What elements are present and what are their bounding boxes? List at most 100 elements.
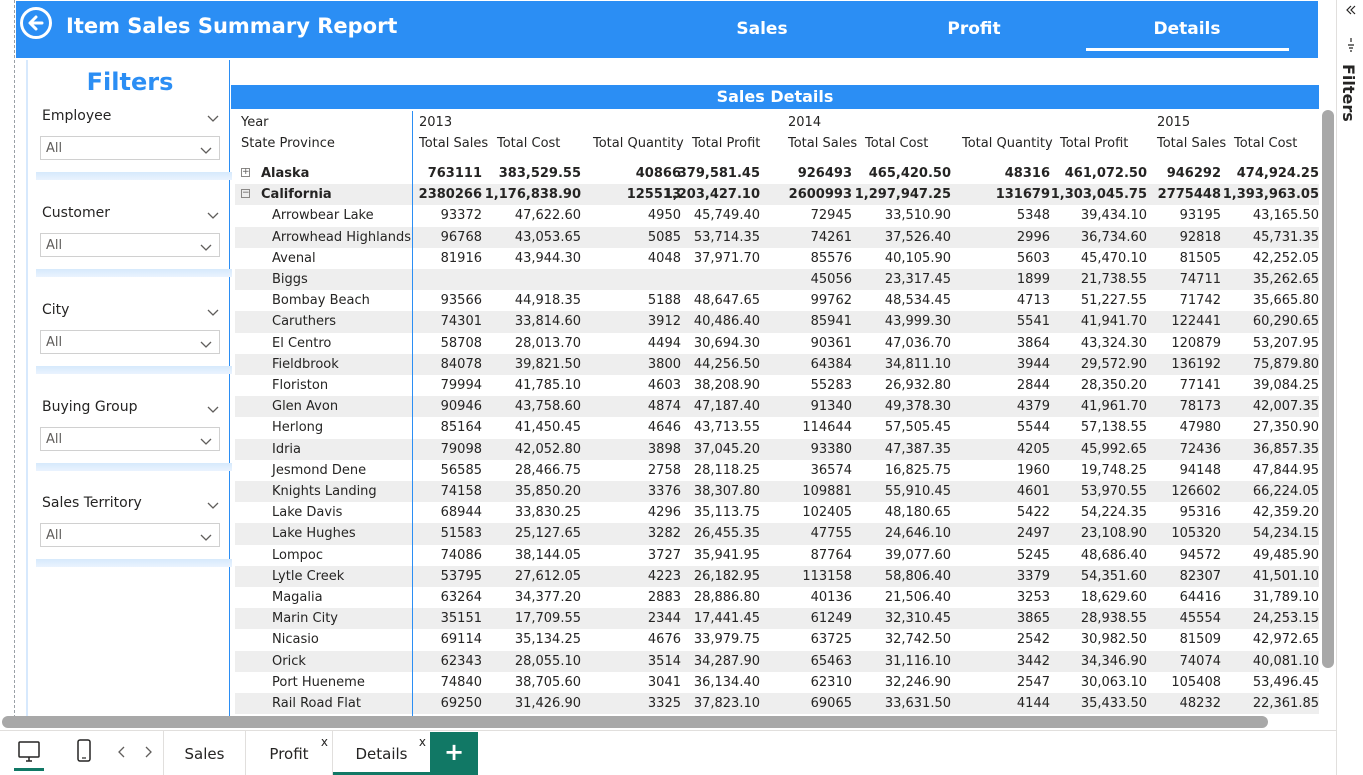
measure-header: Total Profit <box>692 136 761 151</box>
table-row[interactable]: Orick 62343 28,055.10 3514 34,287.90 65463 31,… <box>235 650 1319 672</box>
chevron-down-icon[interactable] <box>206 401 220 415</box>
collapse-icon[interactable]: − <box>241 189 250 199</box>
desktop-view-icon[interactable] <box>14 739 44 771</box>
row-label: Nicasio <box>272 632 319 648</box>
table-row[interactable]: El Centro 58708 28,013.70 4494 30,694.30 9036… <box>235 333 1319 354</box>
table-cell: 42,007.35 <box>1252 399 1319 415</box>
close-tab-icon[interactable]: x <box>419 735 426 749</box>
table-cell: 78173 <box>1179 399 1221 415</box>
slicer-dropdown[interactable]: All <box>40 427 220 451</box>
table-cell: 81509 <box>1179 632 1221 648</box>
table-cell: 41,501.10 <box>1252 568 1319 584</box>
table-cell: 39,077.60 <box>884 547 951 563</box>
table-cell: 38,705.60 <box>514 674 581 690</box>
row-label: El Centro <box>272 335 332 351</box>
table-cell: 37,971.70 <box>693 250 760 266</box>
table-row[interactable]: Lytle Creek 53795 27,612.05 4223 26,182.95 11… <box>235 565 1319 587</box>
table-row[interactable]: Biggs 45056 23,317.45 1899 21,738.55 74711 35,… <box>235 269 1319 291</box>
table-row-group[interactable]: − California 2380266 1,176,838.90 125513 1,20… <box>235 184 1319 206</box>
back-arrow-icon[interactable] <box>20 7 52 39</box>
table-title: Sales Details <box>716 87 834 106</box>
table-row[interactable]: Lompoc 74086 38,144.05 3727 35,941.95 87764 39… <box>235 545 1319 566</box>
chevron-down-icon[interactable] <box>206 110 220 124</box>
table-cell: 31,426.90 <box>514 696 581 711</box>
table-cell: 93380 <box>810 441 852 457</box>
nav-profit[interactable]: Profit <box>928 19 1020 39</box>
table-cell: 105408 <box>1171 674 1221 690</box>
table-cell: 37,526.40 <box>884 229 951 245</box>
table-cell: 102405 <box>802 505 852 521</box>
table-cell: 48316 <box>1004 166 1050 181</box>
table-row[interactable]: Nicasio 69114 35,134.25 4676 33,979.75 63725 3… <box>235 629 1319 650</box>
slicer-title: Employee <box>42 108 112 124</box>
horizontal-scrollbar[interactable] <box>2 716 1268 728</box>
chevron-left-icon[interactable] <box>117 746 127 758</box>
add-page-button[interactable]: + <box>430 732 478 775</box>
table-cell: 48,686.40 <box>1080 547 1147 563</box>
chevron-down-icon[interactable] <box>206 304 220 318</box>
table-row[interactable]: Caruthers 74301 33,814.60 3912 40,486.40 8594… <box>235 311 1319 333</box>
expand-icon[interactable]: + <box>241 168 250 177</box>
nav-details[interactable]: Details <box>1086 19 1288 39</box>
row-header-year: Year <box>241 115 269 130</box>
table-row[interactable]: Marin City 35151 17,709.55 2344 17,441.45 612… <box>235 608 1319 630</box>
chevron-right-icon[interactable] <box>143 746 153 758</box>
slicer-dropdown[interactable]: All <box>40 233 220 257</box>
table-cell: 33,510.90 <box>884 208 951 224</box>
table-row[interactable]: Jesmond Dene 56585 28,466.75 2758 28,118.25 3… <box>235 460 1319 481</box>
table-row[interactable]: Fieldbrook 84078 39,821.50 3800 44,256.50 643… <box>235 353 1319 375</box>
table-row[interactable]: Arrowhead Highlands 96768 43,053.65 5085 53,… <box>235 226 1319 248</box>
table-row[interactable]: Herlong 85164 41,450.45 4646 43,713.55 114644… <box>235 417 1319 438</box>
table-row[interactable]: Idria 79098 42,052.80 3898 37,045.20 93380 47,… <box>235 438 1319 460</box>
table-cell: 62343 <box>440 653 482 669</box>
table-cell: 5245 <box>1016 547 1050 563</box>
table-cell: 43,758.60 <box>514 399 581 415</box>
slicer-dropdown[interactable]: All <box>40 136 220 160</box>
sales-details-matrix[interactable]: Year State Province 2013 2014 2015 Total… <box>235 111 1319 718</box>
slicer-divider <box>36 463 232 471</box>
table-cell: 60,290.65 <box>1252 314 1319 330</box>
chevron-down-icon[interactable] <box>206 497 220 511</box>
filters-pane-label[interactable]: Filters <box>1339 64 1358 122</box>
table-cell: 64416 <box>1179 590 1221 605</box>
chevron-down-icon[interactable] <box>206 207 220 221</box>
slicer-dropdown[interactable]: All <box>40 330 220 354</box>
page-tab-profit[interactable]: Profit x <box>245 731 332 775</box>
table-cell: 33,631.50 <box>884 696 951 711</box>
page-tab-sales[interactable]: Sales <box>163 731 245 775</box>
mobile-view-icon[interactable] <box>76 739 92 763</box>
table-cell: 87764 <box>810 547 852 563</box>
table-row[interactable]: Knights Landing 74158 35,850.20 3376 38,307.… <box>235 481 1319 503</box>
table-row[interactable]: Arrowbear Lake 93372 47,622.60 4950 45,749.4… <box>235 205 1319 226</box>
table-row[interactable]: Floriston 79994 41,785.10 4603 38,208.90 5528… <box>235 375 1319 396</box>
vertical-scrollbar[interactable] <box>1322 110 1334 668</box>
expand-pane-icon[interactable] <box>1345 4 1357 16</box>
table-row[interactable]: Magalia 63264 34,377.20 2883 28,886.80 40136 2… <box>235 587 1319 608</box>
table-cell: 91340 <box>810 399 852 415</box>
page-tab-details[interactable]: Details x <box>332 731 431 775</box>
table-row[interactable]: Lake Hughes 51583 25,127.65 3282 26,455.35 47… <box>235 523 1319 545</box>
slicer-dropdown[interactable]: All <box>40 523 220 547</box>
table-row[interactable]: Rail Road Flat 69250 31,426.90 3325 37,823.1… <box>235 693 1319 715</box>
table-row[interactable]: Bombay Beach 93566 44,918.35 5188 48,647.65 9… <box>235 290 1319 311</box>
row-label: Lytle Creek <box>272 568 345 584</box>
nav-sales[interactable]: Sales <box>716 19 808 39</box>
row-label: Fieldbrook <box>272 356 339 372</box>
chevron-down-icon <box>199 433 213 445</box>
table-row[interactable]: Lake Davis 68944 33,830.25 4296 35,113.75 102… <box>235 502 1319 523</box>
table-row[interactable]: Glen Avon 90946 43,758.60 4874 47,187.40 9134… <box>235 396 1319 418</box>
table-cell: 2996 <box>1016 229 1050 245</box>
page-tab-bar: Sales Profit x Details x + <box>0 730 1336 775</box>
measure-header: Total Profit <box>1060 136 1129 151</box>
table-row-group[interactable]: + Alaska 763111 383,529.55 40866 379,581.45 92… <box>235 163 1319 184</box>
table-row[interactable]: Port Hueneme 74840 38,705.60 3041 36,134.40 6… <box>235 672 1319 693</box>
table-cell: 120879 <box>1171 335 1221 351</box>
table-cell: 16,825.75 <box>884 462 951 478</box>
table-cell: 122441 <box>1171 314 1221 330</box>
row-label: Arrowbear Lake <box>272 208 374 224</box>
table-row[interactable]: Avenal 81916 43,944.30 4048 37,971.70 85576 40… <box>235 248 1319 269</box>
table-cell: 31,789.10 <box>1252 590 1319 605</box>
table-cell: 3800 <box>647 356 681 372</box>
close-tab-icon[interactable]: x <box>321 735 328 749</box>
table-cell: 763111 <box>427 166 482 181</box>
